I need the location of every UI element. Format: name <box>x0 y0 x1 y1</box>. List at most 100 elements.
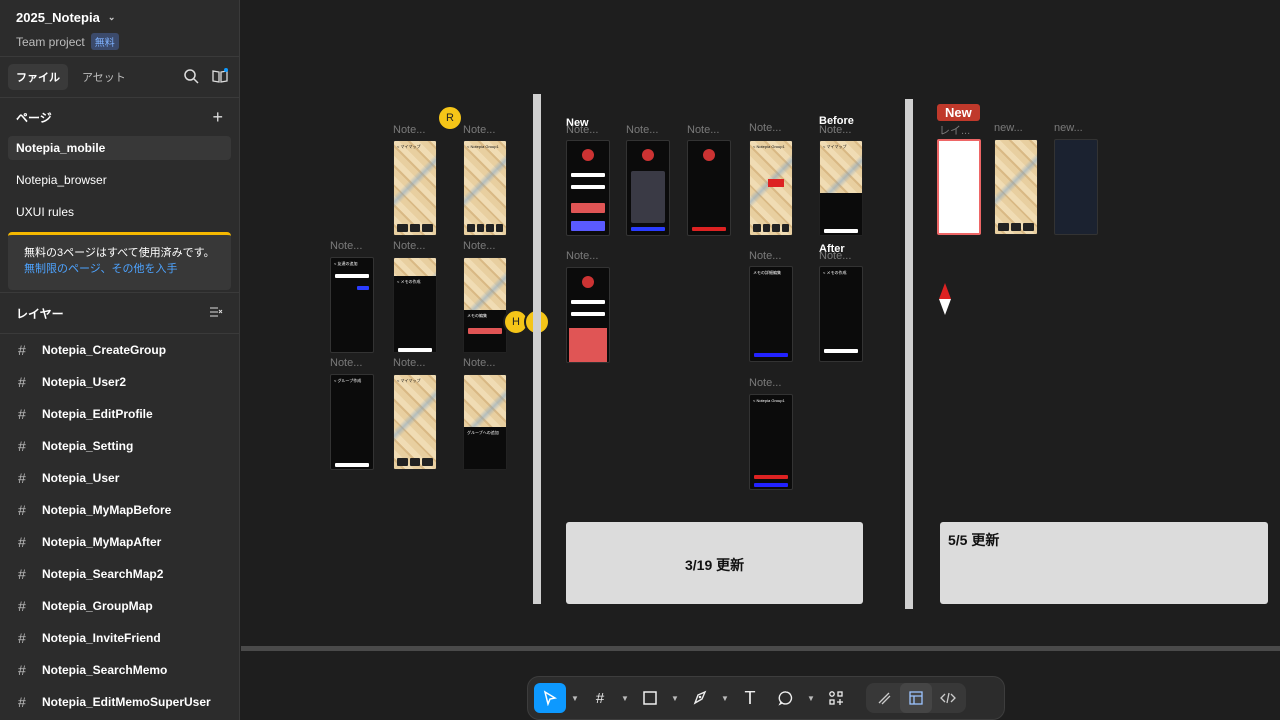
frame-header-text: < メモの作成 <box>823 270 847 275</box>
phone-frame-mymap-2[interactable]: < マイマップ <box>393 374 437 470</box>
page-item-notepia-mobile[interactable]: Notepia_mobile <box>8 136 231 160</box>
chevron-down-icon[interactable]: ▼ <box>720 694 730 703</box>
pages-title: ページ <box>16 110 52 125</box>
add-page-icon[interactable]: + <box>212 107 223 128</box>
phone-frame-memo-create[interactable]: < メモの作成 <box>393 257 437 353</box>
layer-item[interactable]: # Notepia_MyMapAfter <box>0 526 239 558</box>
update-note-2[interactable]: 5/5 更新 <box>940 522 1268 604</box>
phone-frame-mymap[interactable]: < マイマップ <box>393 140 437 236</box>
upgrade-link[interactable]: 無制限のページ、その他を入手 <box>24 261 215 277</box>
draw-mode-icon[interactable] <box>868 683 900 713</box>
frame-label[interactable]: Note... <box>330 357 362 369</box>
frame-label[interactable]: Note... <box>566 124 598 136</box>
search-icon[interactable] <box>183 68 199 89</box>
dev-mode-icon[interactable] <box>932 683 964 713</box>
comment-tool-icon[interactable] <box>770 683 802 713</box>
text-tool-icon[interactable]: T <box>734 683 766 713</box>
frame-tool-icon[interactable]: # <box>584 683 616 713</box>
frame-label[interactable]: Note... <box>463 124 495 136</box>
frame-label[interactable]: Note... <box>749 250 781 262</box>
frame-label[interactable]: レイ... <box>939 122 970 138</box>
phone-frame-mymap-after[interactable]: < メモの作成 <box>819 266 863 362</box>
layer-item[interactable]: # Notepia_MyMapBefore <box>0 494 239 526</box>
frame-icon: # <box>18 406 26 422</box>
phone-frame-memo-detail[interactable]: メモの詳細編集 <box>749 266 793 362</box>
layer-item[interactable]: # Notepia_SearchMemo <box>0 654 239 686</box>
collapse-layers-icon[interactable] <box>209 306 223 321</box>
avatar-shape <box>582 149 594 161</box>
frame-bottom-icons <box>998 223 1035 231</box>
frame-icon: # <box>18 374 26 390</box>
phone-frame-add-friend[interactable]: < 友達の追加 <box>330 257 374 353</box>
frame-header-text: メモの編集 <box>467 313 487 318</box>
plan-badge[interactable]: 無料 <box>90 33 119 50</box>
frame-label[interactable]: Note... <box>819 250 851 262</box>
frame-label[interactable]: Note... <box>687 124 719 136</box>
update-note-1[interactable]: 3/19 更新 <box>566 522 863 604</box>
chevron-down-icon[interactable]: ▼ <box>620 694 630 703</box>
layer-item[interactable]: # Notepia_User <box>0 462 239 494</box>
chevron-down-icon[interactable]: ▼ <box>570 694 580 703</box>
frame-label[interactable]: Note... <box>393 240 425 252</box>
phone-frame-group-add[interactable]: グループへの追加 <box>463 374 507 470</box>
frame-label[interactable]: Note... <box>819 124 851 136</box>
layer-name: Notepia_User <box>42 471 120 485</box>
chevron-down-icon[interactable]: ⌄ <box>108 12 116 23</box>
layer-item[interactable]: # Notepia_User2 <box>0 366 239 398</box>
frame-label[interactable]: new... <box>1054 122 1083 134</box>
move-tool-icon[interactable] <box>534 683 566 713</box>
frame-label[interactable]: Note... <box>393 124 425 136</box>
collaborator-avatar[interactable]: R <box>437 105 463 131</box>
frame-label[interactable]: Note... <box>566 250 598 262</box>
frame-label[interactable]: Note... <box>393 357 425 369</box>
frame-header-text: < 友達の追加 <box>334 261 358 266</box>
page-item-notepia-browser[interactable]: Notepia_browser <box>8 168 231 192</box>
actions-tool-icon[interactable] <box>820 683 852 713</box>
layer-item[interactable]: # Notepia_EditProfile <box>0 398 239 430</box>
phone-frame-settings[interactable] <box>687 140 731 236</box>
frame-label[interactable]: Note... <box>463 357 495 369</box>
update-note-text: 3/19 更新 <box>685 557 745 573</box>
tab-file[interactable]: ファイル <box>8 64 68 90</box>
frame-label[interactable]: Note... <box>330 240 362 252</box>
rectangle-tool-icon[interactable] <box>634 683 666 713</box>
phone-frame-group-map[interactable]: < Notepia Group1 <box>463 140 507 236</box>
layer-item[interactable]: # Notepia_CreateGroup <box>0 334 239 366</box>
pen-tool-icon[interactable] <box>684 683 716 713</box>
phone-frame-new-dark[interactable] <box>1054 139 1098 235</box>
phone-frame-mymap-before[interactable]: < マイマップ <box>819 140 863 236</box>
phone-frame-edit-profile[interactable] <box>626 140 670 236</box>
frame-header-text: < Notepia Group1 <box>753 144 785 149</box>
phone-frame-layer[interactable] <box>937 139 981 235</box>
phone-frame-new-map[interactable] <box>994 139 1038 235</box>
phone-frame-create-group[interactable]: < グループ作成 <box>330 374 374 470</box>
project-name-menu[interactable]: 2025_Notepia ⌄ <box>16 10 223 25</box>
warning-shape <box>468 328 502 334</box>
chevron-down-icon[interactable]: ▼ <box>806 694 816 703</box>
avatar-shape <box>582 276 594 288</box>
layer-item[interactable]: # Notepia_SearchMap2 <box>0 558 239 590</box>
chevron-down-icon[interactable]: ▼ <box>670 694 680 703</box>
phone-frame-memo-edit[interactable]: メモの編集 <box>463 257 507 353</box>
phone-frame-group1[interactable]: < Notepia Group1 <box>749 140 793 236</box>
design-canvas[interactable]: Note... Note... R < マイマップ < Notepia Grou… <box>241 0 1280 720</box>
layer-item[interactable]: # Notepia_Setting <box>0 430 239 462</box>
frame-label[interactable]: Note... <box>749 377 781 389</box>
page-item-uxui-rules[interactable]: UXUI rules <box>8 200 231 224</box>
phone-frame-profile[interactable] <box>566 140 610 236</box>
frame-label[interactable]: Note... <box>626 124 658 136</box>
frame-label[interactable]: Note... <box>749 122 781 134</box>
tab-assets[interactable]: アセット <box>74 64 134 90</box>
phone-frame-user[interactable] <box>566 267 610 363</box>
layer-item[interactable]: # Notepia_InviteFriend <box>0 622 239 654</box>
layer-item[interactable]: # Notepia_EditMemoSuperUser <box>0 686 239 718</box>
frame-icon: # <box>18 566 26 582</box>
layer-item[interactable]: # Notepia_GroupMap <box>0 590 239 622</box>
frame-header-text: < グループ作成 <box>334 378 362 383</box>
design-mode-icon[interactable] <box>900 683 932 713</box>
phone-frame-edit-memo-superuser[interactable]: < Notepia Group1 <box>749 394 793 490</box>
frame-label[interactable]: Note... <box>463 240 495 252</box>
library-icon[interactable] <box>211 68 229 89</box>
frame-label[interactable]: new... <box>994 122 1023 134</box>
frame-header-text: < マイマップ <box>397 144 421 149</box>
